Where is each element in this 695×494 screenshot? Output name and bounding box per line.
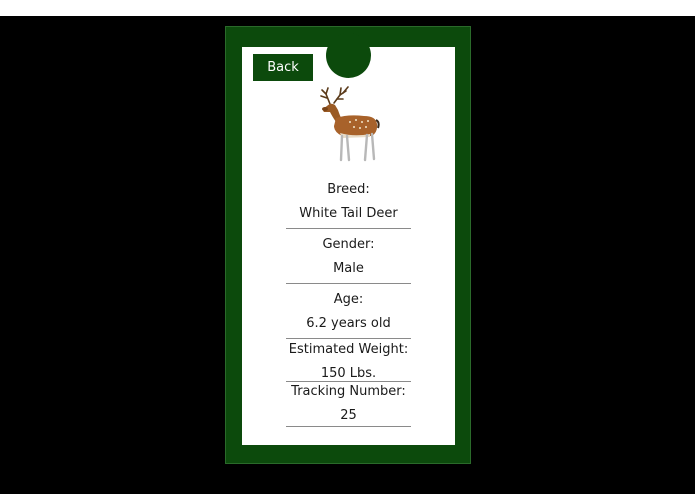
back-button[interactable]: Back [253,54,313,81]
gender-value: Male [333,261,364,276]
header-circle [326,33,371,78]
tracking-number-divider [286,426,411,427]
weight-label: Estimated Weight: [288,342,409,357]
deer-icon [320,86,380,162]
gender-divider [286,283,411,284]
tracking-number-value: 25 [340,408,357,423]
top-strip [0,0,695,16]
age-divider [286,338,411,339]
breed-label: Breed: [327,182,370,197]
tracking-number-label: Tracking Number: [291,384,406,399]
weight-divider [286,381,411,382]
age-label: Age: [333,292,364,307]
gender-label: Gender: [322,237,375,252]
breed-divider [286,228,411,229]
age-value: 6.2 years old [306,316,391,331]
weight-value: 150 Lbs. [320,366,377,381]
breed-value: White Tail Deer [299,206,398,221]
